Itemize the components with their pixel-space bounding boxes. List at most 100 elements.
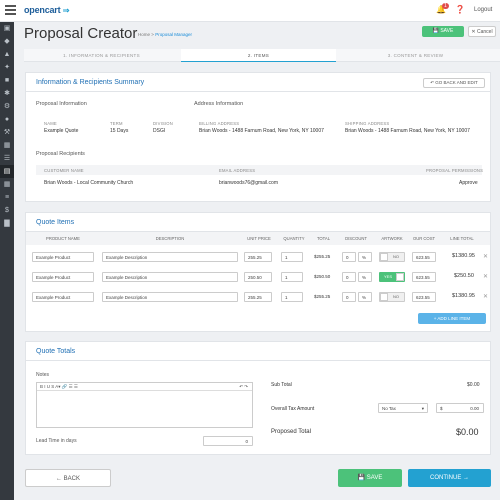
go-back-edit-button[interactable]: ↶ GO BACK AND EDIT [423, 78, 485, 88]
col-total: TOTAL [316, 236, 331, 241]
col-product: PRODUCT NAME [46, 236, 80, 241]
dollar-icon[interactable]: $ [0, 204, 14, 217]
product-input[interactable]: Example Product [32, 272, 94, 282]
breadcrumb-current[interactable]: Proposal Manager [155, 32, 192, 37]
proposed-total-value: $0.00 [456, 427, 479, 437]
remove-row-icon[interactable]: ✕ [483, 273, 488, 280]
col-discount: DISCOUNT [345, 236, 367, 241]
add-line-item-button[interactable]: + ADD LINE ITEM [418, 313, 486, 324]
save-bottom-button[interactable]: 💾 SAVE [338, 469, 402, 487]
recipients-header [36, 165, 482, 175]
product-input[interactable]: Example Product [32, 292, 94, 302]
breadcrumb-home[interactable]: Home [138, 32, 150, 37]
share-icon[interactable]: ✱ [0, 87, 14, 100]
step-tabs: 1. INFORMATION & RECIPIENTS 2. ITEMS 3. … [24, 49, 500, 62]
chart-icon[interactable]: ▇ [0, 217, 14, 230]
design-icon[interactable]: ■ [0, 74, 14, 87]
cancel-button[interactable]: ✕ Cancel [468, 26, 496, 37]
unit-price-input[interactable]: 250.50 [244, 272, 272, 282]
discount-unit-select[interactable]: % [358, 292, 372, 302]
tab-information[interactable]: 1. INFORMATION & RECIPIENTS [24, 49, 179, 62]
artwork-toggle[interactable]: YES [379, 272, 405, 282]
tax-select[interactable]: No Tax ▾ [378, 403, 428, 413]
back-button[interactable]: ← BACK [25, 469, 111, 487]
proposal-icon[interactable]: ▤ [0, 165, 14, 178]
breadcrumb-sep: > [151, 32, 154, 37]
remove-row-icon[interactable]: ✕ [483, 253, 488, 260]
help-icon[interactable]: ❓ [455, 5, 465, 14]
artwork-toggle[interactable]: NO [379, 292, 405, 302]
line-total-value: $1380.95 [452, 253, 475, 259]
quote-totals-panel: Quote Totals Notes B I U S A▾ 🔗 ☰ ☰ ↶ ↷ L… [25, 341, 491, 455]
quantity-input[interactable]: 1 [281, 272, 303, 282]
total-value: $250.50 [314, 274, 331, 279]
save-button[interactable]: 💾 SAVE [422, 26, 464, 37]
catalog-icon[interactable]: ◆ [0, 35, 14, 48]
settings-icon[interactable]: ⚙ [0, 100, 14, 113]
grid-icon[interactable]: ▦ [0, 178, 14, 191]
calendar-icon[interactable]: ▦ [0, 139, 14, 152]
total-value: $255.25 [314, 294, 331, 299]
sidebar: ▣ ◆ ▲ ✦ ■ ✱ ⚙ ● ⚒ ▦ ☰ ▤ ▦ ≡ $ ▇ [0, 22, 14, 500]
list-icon[interactable]: ☰ [0, 152, 14, 165]
tag-icon[interactable]: ▲ [0, 48, 14, 61]
customer-col: CUSTOMER NAME [44, 168, 84, 173]
billing-value: Brian Woods - 1488 Farnum Road, New York… [199, 128, 324, 134]
email-value: brianwoods76@gmail.com [219, 180, 278, 186]
notes-editor[interactable]: B I U S A▾ 🔗 ☰ ☰ ↶ ↷ [36, 382, 253, 428]
lead-time-input[interactable]: 0 [203, 436, 253, 446]
tab-content[interactable]: 3. CONTENT & REVIEW [338, 49, 493, 62]
line-total-value: $1380.95 [452, 293, 475, 299]
logo[interactable]: opencart ⇒ [24, 5, 69, 15]
our-cost-input[interactable]: 623.55 [412, 252, 436, 262]
artwork-toggle[interactable]: NO [379, 252, 405, 262]
our-cost-input[interactable]: 623.55 [412, 292, 436, 302]
tax-amount-input[interactable]: $0.00 [436, 403, 484, 413]
breadcrumb: Home > Proposal Manager [138, 32, 192, 37]
unit-price-input[interactable]: 255.25 [244, 292, 272, 302]
permissions-col: PROPOSAL PERMISSIONS [426, 168, 484, 173]
wrench-icon[interactable]: ⚒ [0, 126, 14, 139]
quantity-input[interactable]: 1 [281, 252, 303, 262]
logout-link[interactable]: Logout [474, 7, 492, 13]
puzzle-icon[interactable]: ✦ [0, 61, 14, 74]
total-value: $255.25 [314, 254, 331, 259]
product-input[interactable]: Example Product [32, 252, 94, 262]
email-col: EMAIL ADDRESS [219, 168, 256, 173]
tab-items[interactable]: 2. ITEMS [181, 49, 336, 62]
totals-heading: Quote Totals [36, 348, 76, 355]
col-line-total: LINE TOTAL [450, 236, 474, 241]
billing-label: BILLING ADDRESS [199, 121, 240, 126]
description-input[interactable]: Example Description [102, 272, 238, 282]
description-input[interactable]: Example Description [102, 292, 238, 302]
notification-badge: 1 [442, 3, 449, 9]
page-title: Proposal Creator [24, 25, 138, 42]
continue-button[interactable]: CONTINUE → [408, 469, 491, 487]
summary-heading: Information & Recipients Summary [36, 79, 145, 86]
unit-price-input[interactable]: 255.25 [244, 252, 272, 262]
our-cost-input[interactable]: 623.55 [412, 272, 436, 282]
name-value: Example Quote [44, 128, 79, 134]
bottom-bar: ← BACK 💾 SAVE CONTINUE → [25, 469, 491, 489]
description-input[interactable]: Example Description [102, 252, 238, 262]
customer-value: Brian Woods - Local Community Church [44, 180, 134, 186]
menu-list-icon[interactable]: ≡ [0, 191, 14, 204]
notes-label: Notes [36, 372, 50, 378]
chevron-down-icon: ▾ [421, 406, 424, 411]
shipping-value: Brian Woods - 1488 Farnum Road, New York… [345, 128, 470, 134]
dashboard-icon[interactable]: ▣ [0, 22, 14, 35]
discount-input[interactable]: 0 [342, 292, 356, 302]
name-label: NAME [44, 121, 57, 126]
user-icon[interactable]: ● [0, 113, 14, 126]
top-bar: opencart ⇒ 🔔 1 ❓ Logout [0, 0, 500, 22]
quantity-input[interactable]: 1 [281, 292, 303, 302]
col-our-cost: OUR COST [412, 236, 436, 241]
remove-row-icon[interactable]: ✕ [483, 293, 488, 300]
subtotal-label: Sub Total [271, 382, 292, 388]
discount-input[interactable]: 0 [342, 252, 356, 262]
discount-unit-select[interactable]: % [358, 272, 372, 282]
discount-input[interactable]: 0 [342, 272, 356, 282]
menu-icon[interactable] [5, 5, 16, 16]
editor-toolbar[interactable]: B I U S A▾ 🔗 ☰ ☰ ↶ ↷ [37, 383, 252, 391]
discount-unit-select[interactable]: % [358, 252, 372, 262]
